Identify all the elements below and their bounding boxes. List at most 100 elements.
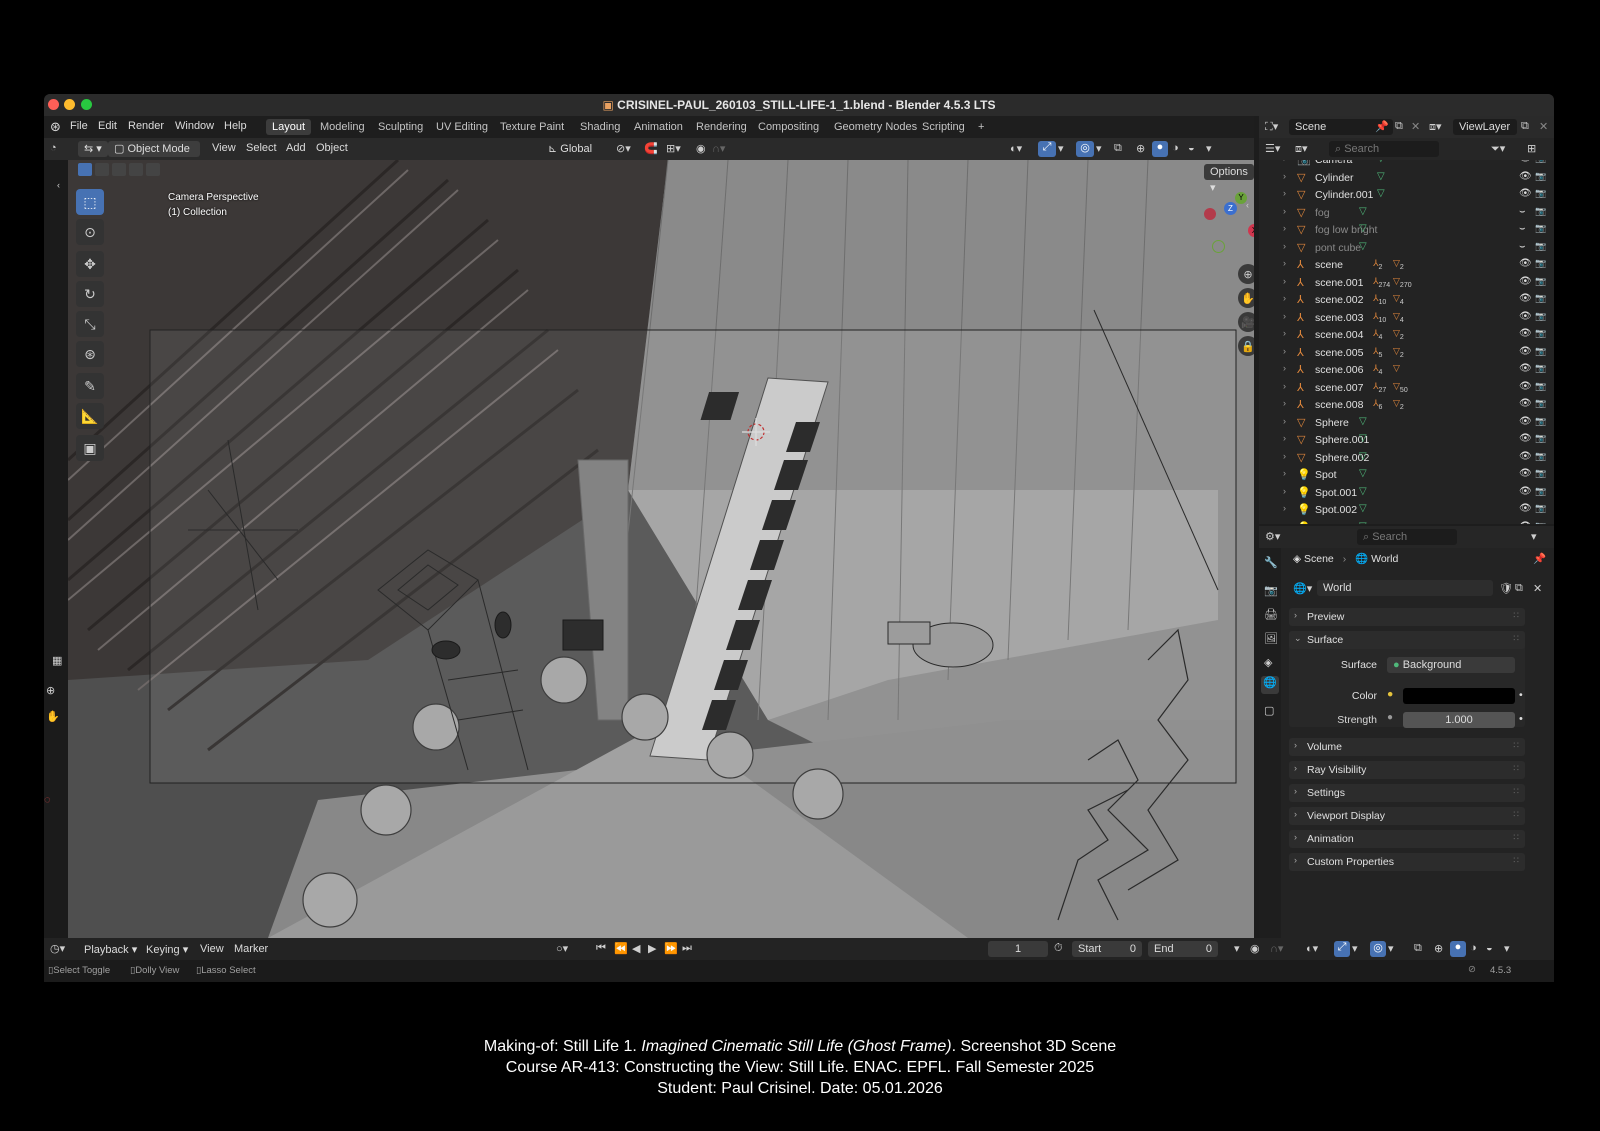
surface-shader-field[interactable]: ● Background [1387, 657, 1515, 673]
outliner-row-name[interactable]: scene.002 [1315, 294, 1363, 306]
drag-handle-icon[interactable]: ∷ [1513, 610, 1519, 621]
render-toggle-icon[interactable]: 📷 [1535, 346, 1546, 357]
outliner-row-name[interactable]: Cylinder.001 [1315, 189, 1373, 201]
render-toggle-icon[interactable]: 📷 [1535, 328, 1546, 339]
unlink-world-icon[interactable]: ✕ [1533, 582, 1542, 595]
render-toggle-icon[interactable]: 📷 [1535, 381, 1546, 392]
render-toggle-icon[interactable]: 📷 [1535, 311, 1546, 322]
expand-chevron-icon[interactable]: › [1283, 160, 1286, 163]
render-toggle-icon[interactable]: 📷 [1535, 451, 1546, 462]
panel-animation[interactable]: › Animation ∷ [1289, 830, 1525, 848]
visibility-mini-icon[interactable]: ◐▾ [1306, 942, 1318, 955]
jump-to-keyframe-forward-icon[interactable]: ⏩ [664, 942, 678, 955]
eye-icon[interactable]: 👁 [1519, 160, 1532, 164]
viewport-menu-select[interactable]: Select [246, 142, 277, 154]
select-invert-icon[interactable] [129, 163, 143, 176]
outliner-search-input[interactable]: ⌕ Search [1329, 141, 1439, 157]
strength-field[interactable]: 1.000 [1403, 712, 1515, 728]
options-dropdown[interactable]: Options ▾ [1204, 164, 1254, 194]
fake-user-icon[interactable]: 🛡 [1499, 582, 1513, 595]
expand-chevron-icon[interactable]: › [1283, 451, 1286, 461]
annotate-tool-icon[interactable]: ✎ [76, 373, 104, 399]
menu-help[interactable]: Help [224, 120, 247, 132]
editor-type-icon[interactable]: ◔ [50, 142, 57, 154]
gizmo-mini-dropdown-icon[interactable]: ▾ [1352, 942, 1358, 955]
material-mini-icon[interactable]: ◑ [1470, 942, 1477, 954]
expand-chevron-icon[interactable]: › [1283, 433, 1286, 443]
render-toggle-icon[interactable]: 📷 [1535, 206, 1546, 217]
menu-window[interactable]: Window [175, 120, 214, 132]
jump-to-start-icon[interactable]: ⏮ [596, 942, 606, 955]
gizmo-x-axis[interactable]: X [1248, 224, 1254, 237]
panel-viewport-display[interactable]: › Viewport Display ∷ [1289, 807, 1525, 825]
timeline-menu-view[interactable]: View [200, 943, 224, 955]
eye-icon[interactable]: 👁 [1519, 451, 1532, 462]
gizmo-neg-y-icon[interactable] [1212, 240, 1225, 253]
eye-icon[interactable]: 👁 [1519, 503, 1532, 514]
breadcrumb-scene[interactable]: Scene [1304, 553, 1334, 565]
viewport-menu-object[interactable]: Object [316, 142, 348, 154]
outliner-row[interactable]: › 💡 Spot.001 ▽ 👁 📷 [1281, 485, 1551, 502]
camera-view-icon[interactable]: 🎥 [1238, 312, 1254, 332]
outliner-row-name[interactable]: Cylinder [1315, 172, 1354, 184]
menu-edit[interactable]: Edit [98, 120, 117, 132]
play-reverse-icon[interactable]: ◀ [632, 942, 640, 955]
output-tab-icon[interactable]: 🖨 [1264, 608, 1278, 621]
snap-target-icon[interactable]: ⊞▾ [666, 142, 681, 155]
tool-tab-icon[interactable]: 🔧 [1264, 556, 1278, 569]
outliner-row-name[interactable]: Spot [1315, 469, 1337, 481]
properties-editor-icon[interactable]: ⚙▾ [1265, 530, 1280, 543]
play-icon[interactable]: ▶ [648, 942, 656, 955]
expand-chevron-icon[interactable]: › [1283, 276, 1286, 286]
outliner-row-name[interactable]: scene.004 [1315, 329, 1363, 341]
gizmo-neg-x-icon[interactable] [1204, 208, 1216, 220]
drag-handle-icon[interactable]: ∷ [1513, 786, 1519, 797]
expand-chevron-icon[interactable]: › [1283, 206, 1286, 216]
new-view-layer-icon[interactable]: ⧉ [1521, 120, 1529, 133]
render-toggle-icon[interactable]: 📷 [1535, 503, 1546, 514]
delete-scene-icon[interactable]: ✕ [1411, 120, 1420, 133]
pin-icon[interactable]: 📌 [1533, 552, 1546, 565]
tab-geometry-nodes[interactable]: Geometry Nodes [828, 119, 923, 135]
eye-icon[interactable]: 👁 [1519, 293, 1532, 304]
orientation-dropdown[interactable]: ⊾ Global ▾ [542, 141, 606, 171]
visibility-icon[interactable]: ◐▾ [1010, 142, 1022, 155]
expand-chevron-icon[interactable]: › [1283, 346, 1286, 356]
gizmo-toggle-icon[interactable]: ⤢ [1038, 141, 1056, 157]
expand-chevron-icon[interactable]: › [1283, 293, 1286, 303]
render-toggle-icon[interactable]: 📷 [1535, 188, 1546, 199]
end-frame-field[interactable]: End 0 [1148, 941, 1218, 957]
expand-chevron-icon[interactable]: › [1283, 521, 1286, 525]
overlays-toggle-icon[interactable]: ◎ [1076, 141, 1094, 157]
outliner-row-name[interactable]: scene.005 [1315, 347, 1363, 359]
timeline-menu-keying[interactable]: Keying ▾ [146, 943, 188, 956]
outliner-row-name[interactable]: fog low bright [1315, 224, 1377, 236]
view-layer-field[interactable]: ViewLayer [1453, 119, 1517, 135]
render-toggle-icon[interactable]: 📷 [1535, 258, 1546, 269]
object-mode-dropdown[interactable]: ▢ Object Mode ▾ [108, 141, 200, 171]
outliner-editor-icon[interactable]: ☰▾ [1265, 142, 1280, 155]
render-toggle-icon[interactable]: 📷 [1535, 468, 1546, 479]
tab-texture-paint[interactable]: Texture Paint [494, 119, 570, 135]
render-toggle-icon[interactable]: 📷 [1535, 398, 1546, 409]
sidebar-collapse-icon[interactable]: ‹ [1246, 200, 1249, 210]
add-cube-tool-icon[interactable]: ▣ [76, 435, 104, 461]
gizmo-dropdown-icon[interactable]: ▾ [1058, 142, 1064, 155]
menu-render[interactable]: Render [128, 120, 164, 132]
add-workspace-button[interactable]: + [972, 119, 990, 135]
gizmo-z-axis[interactable]: Z [1224, 202, 1237, 215]
panel-settings[interactable]: › Settings ∷ [1289, 784, 1525, 802]
stopwatch-icon[interactable]: ⏱ [1054, 942, 1063, 955]
select-intersect-icon[interactable] [146, 163, 160, 176]
select-extend-icon[interactable] [95, 163, 109, 176]
outliner-row-name[interactable]: Spot.003 [1315, 522, 1357, 525]
eye-icon[interactable]: 👁 [1519, 433, 1532, 444]
start-frame-field[interactable]: Start 0 [1072, 941, 1142, 957]
properties-options-icon[interactable]: ▾ [1531, 530, 1537, 543]
shading-mini-options-icon[interactable]: ▾ [1504, 942, 1510, 955]
expand-chevron-icon[interactable]: › [1283, 223, 1286, 233]
keyframe-dot-icon[interactable]: • [1519, 713, 1523, 725]
outliner-row-name[interactable]: scene.003 [1315, 312, 1363, 324]
outliner-row[interactable]: › ⅄ scene ⅄2 ▽2 👁 📷 [1281, 257, 1551, 274]
render-toggle-icon[interactable]: 📷 [1535, 171, 1546, 182]
